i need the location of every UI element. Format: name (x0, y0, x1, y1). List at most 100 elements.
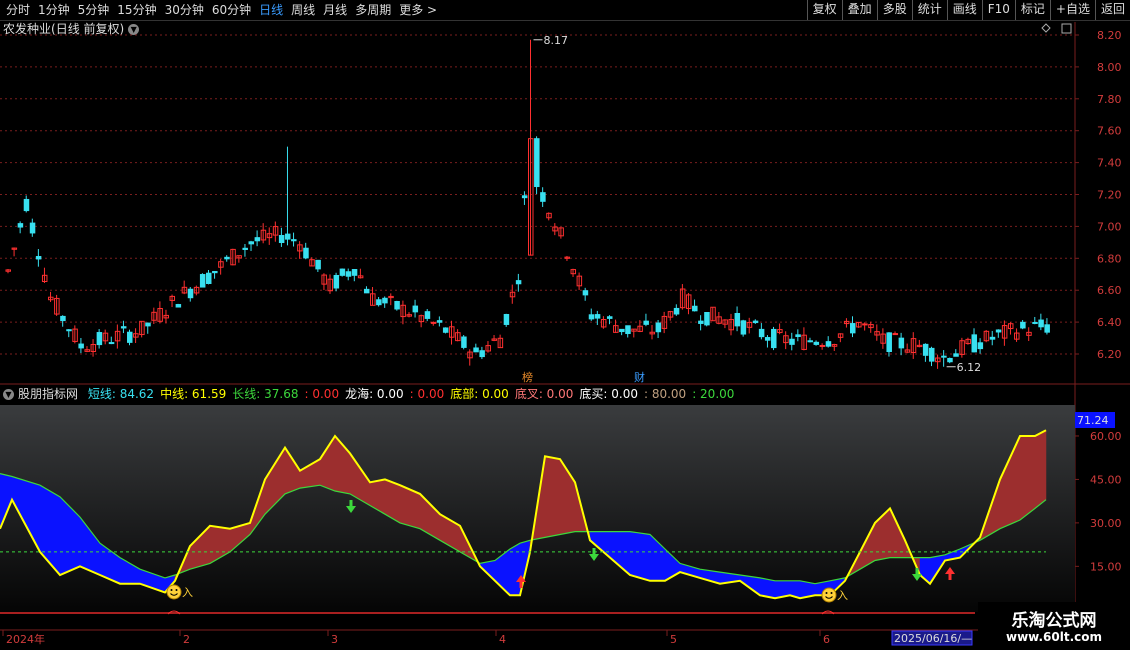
candle-167 (1020, 320, 1026, 330)
low-price-label: 6.12 (957, 361, 982, 374)
candle-68 (418, 314, 425, 328)
candle-6 (41, 267, 48, 284)
indicator-fill-61 (1034, 429, 1047, 509)
candle-52 (321, 273, 327, 291)
candle-161 (983, 329, 990, 343)
watermark-title: 乐淘公式网 (1011, 611, 1097, 631)
candle-0 (5, 268, 11, 274)
candle-66 (406, 312, 412, 318)
candle-body (953, 353, 959, 357)
time-label-1: 2 (183, 633, 190, 646)
candle-body (588, 314, 595, 320)
candle-body (315, 259, 321, 270)
candle-164 (1001, 320, 1008, 346)
candle-53 (327, 274, 334, 294)
candle-body (60, 315, 66, 322)
candle-body (740, 320, 747, 335)
candle-47 (291, 232, 297, 247)
time-label-0: 2024年 (6, 632, 45, 646)
candle-146 (892, 331, 899, 336)
candle-body (291, 239, 297, 242)
buy-text: 入 (837, 589, 848, 602)
candle-body (127, 331, 133, 343)
candle-166 (1014, 328, 1020, 342)
candle-78 (479, 346, 485, 360)
candle-89 (546, 212, 552, 221)
candle-11 (72, 325, 78, 344)
candle-body (989, 336, 996, 340)
indicator-fill-60 (1019, 435, 1036, 521)
candle-body (345, 271, 352, 277)
candle-body (625, 325, 631, 335)
candle-82 (503, 313, 510, 327)
candle-body (278, 235, 285, 244)
candle-100 (613, 319, 619, 333)
candle-body (886, 332, 892, 353)
candle-91 (558, 227, 564, 239)
candle-41 (254, 230, 261, 247)
candle-18 (114, 324, 121, 349)
candle-96 (588, 308, 595, 321)
candle-12 (78, 338, 84, 354)
panel-menu-icon (1061, 23, 1072, 34)
candle-74 (455, 329, 461, 342)
candle-145 (886, 332, 892, 357)
candle-body (503, 313, 510, 325)
price-tick-label: 7.80 (1097, 93, 1122, 106)
candle-body (284, 233, 291, 240)
candle-body (205, 272, 212, 284)
candle-73 (449, 320, 455, 345)
candle-body (606, 316, 613, 319)
price-tick-label: 7.60 (1097, 125, 1122, 138)
candle-body (108, 342, 115, 345)
candle-58 (357, 268, 364, 279)
candle-30 (187, 287, 194, 302)
chart-canvas[interactable]: 8.20 8.00 7.80 7.60 7.40 7.20 7.00 6.80 6.60 6.40… (0, 0, 1130, 650)
bottom-band (0, 612, 975, 614)
price-tick-label: 7.20 (1097, 189, 1122, 202)
candle-129 (789, 332, 795, 351)
candle-138 (843, 318, 850, 328)
candle-61 (376, 296, 382, 307)
candle-119 (728, 313, 734, 336)
candle-159 (971, 328, 978, 353)
candle-54 (333, 272, 340, 292)
candle-157 (959, 337, 965, 358)
candle-body (96, 332, 103, 346)
candle-93 (570, 268, 577, 277)
candle-body (922, 343, 929, 356)
candle-body (534, 138, 540, 188)
candle-26 (163, 309, 169, 324)
candle-139 (850, 316, 856, 338)
candle-152 (928, 346, 935, 367)
candle-7 (48, 291, 54, 302)
candle-body (673, 307, 680, 315)
candle-8 (54, 294, 60, 316)
candle-148 (904, 343, 911, 354)
candle-36 (224, 255, 230, 262)
candle-body (594, 314, 601, 319)
indicator-fill-31 (544, 455, 561, 538)
candle-body (66, 329, 72, 332)
candle-body (795, 334, 801, 338)
candle-64 (394, 300, 400, 311)
time-label-3: 4 (499, 633, 506, 646)
ind-tick-label: 30.00 (1090, 517, 1122, 530)
time-label-5: 6 (823, 633, 830, 646)
candle-body (35, 256, 42, 260)
candle-114 (698, 315, 704, 331)
candle-body (850, 323, 856, 334)
candle-22 (139, 320, 145, 338)
candle-149 (910, 332, 917, 359)
candle-body (540, 192, 546, 202)
candle-140 (856, 321, 862, 328)
candle-160 (977, 338, 984, 354)
candle-body (248, 241, 255, 245)
ind-tick-label: 15.00 (1090, 560, 1122, 573)
candle-body (412, 305, 419, 313)
candle-165 (1007, 322, 1014, 335)
candle-body (807, 340, 813, 343)
candle-46 (284, 146, 291, 246)
candle-135 (825, 336, 832, 348)
candle-163 (995, 329, 1002, 338)
